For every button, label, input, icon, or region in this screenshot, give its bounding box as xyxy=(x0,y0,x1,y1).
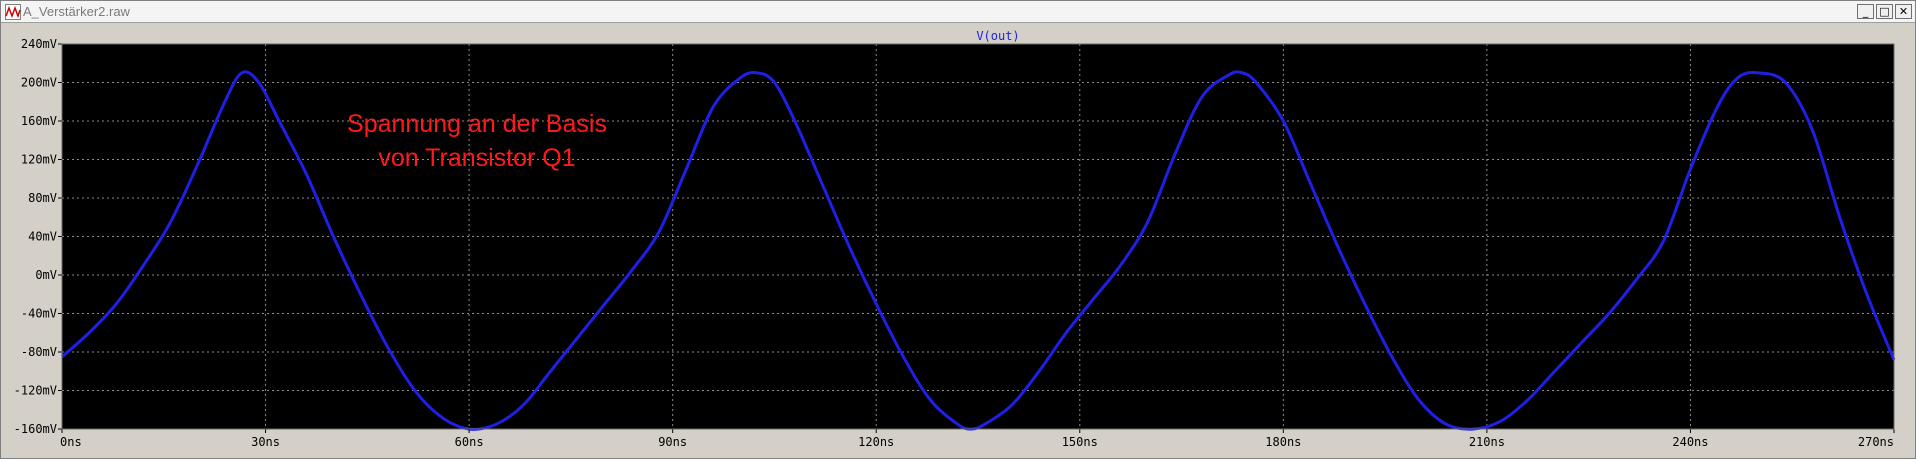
trace-name-label[interactable]: V(out) xyxy=(976,29,1019,43)
x-tick-label: 270ns xyxy=(1858,435,1894,449)
x-tick-label: 240ns xyxy=(1672,435,1708,449)
y-tick-label: 240mV xyxy=(21,37,57,51)
annotation-line-2[interactable]: von Transistor Q1 xyxy=(378,144,575,172)
y-tick-label: 40mV xyxy=(28,230,57,244)
x-tick-label: 60ns xyxy=(455,435,484,449)
x-tick-label: 180ns xyxy=(1265,435,1301,449)
minimize-button[interactable]: _ xyxy=(1857,4,1874,19)
y-tick-label: 120mV xyxy=(21,153,57,167)
annotation-line-1[interactable]: Spannung an der Basis xyxy=(347,110,607,138)
x-tick-label: 120ns xyxy=(858,435,894,449)
maximize-button[interactable]: □ xyxy=(1876,4,1893,19)
waveform-app-icon xyxy=(5,4,21,20)
waveform-viewer-window: A_Verstärker2.raw _ □ ✕ Spannung an der … xyxy=(0,0,1916,459)
waveform-chart[interactable]: Spannung an der Basis von Transistor Q1 … xyxy=(1,24,1915,458)
y-tick-label: -40mV xyxy=(21,307,57,321)
y-tick-label: -120mV xyxy=(14,384,57,398)
y-tick-label: -160mV xyxy=(14,422,57,436)
window-title: A_Verstärker2.raw xyxy=(23,4,130,19)
plot-area[interactable]: Spannung an der Basis von Transistor Q1 … xyxy=(1,24,1915,458)
y-tick-label: 0mV xyxy=(35,268,57,282)
y-tick-label: 80mV xyxy=(28,191,57,205)
x-tick-label: 30ns xyxy=(251,435,280,449)
y-tick-label: -80mV xyxy=(21,345,57,359)
y-tick-label: 200mV xyxy=(21,76,57,90)
y-tick-label: 160mV xyxy=(21,114,57,128)
x-tick-label: 0ns xyxy=(60,435,82,449)
close-button[interactable]: ✕ xyxy=(1895,4,1912,19)
x-tick-label: 210ns xyxy=(1469,435,1505,449)
x-tick-label: 150ns xyxy=(1062,435,1098,449)
title-bar[interactable]: A_Verstärker2.raw _ □ ✕ xyxy=(1,1,1915,23)
x-tick-label: 90ns xyxy=(658,435,687,449)
